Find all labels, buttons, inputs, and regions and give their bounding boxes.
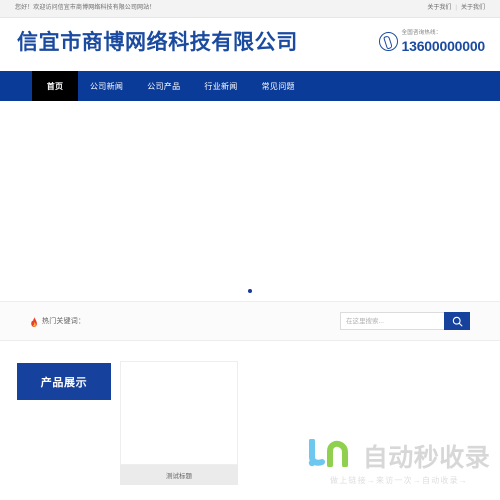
search-group	[340, 312, 470, 330]
product-caption: 测试标题	[120, 465, 238, 485]
nav-item-industry-news[interactable]: 行业新闻	[192, 71, 249, 101]
product-thumbnail	[120, 361, 238, 465]
top-links: 关于我们 | 关于我们	[427, 0, 485, 17]
page-root: 您好！欢迎访问信宜市商博网络科技有限公司网站！ 关于我们 | 关于我们 信宜市商…	[0, 0, 500, 500]
hotline-block: 全国咨询热线： 13600000000	[378, 30, 486, 54]
product-showcase-section: 产品展示 测试标题	[0, 341, 500, 500]
top-link-about-2[interactable]: 关于我们	[461, 0, 485, 17]
product-showcase-tab[interactable]: 产品展示	[17, 363, 111, 400]
top-utility-bar-inner: 您好！欢迎访问信宜市商博网络科技有限公司网站！ 关于我们 | 关于我们	[15, 0, 485, 17]
carousel-dot-1[interactable]	[248, 289, 252, 293]
top-link-separator: |	[455, 5, 457, 11]
nav-item-company-news[interactable]: 公司新闻	[78, 71, 135, 101]
hotline-label: 全国咨询热线：	[401, 30, 442, 36]
site-header: 信宜市商博网络科技有限公司 全国咨询热线： 13600000000	[0, 19, 500, 71]
site-header-inner: 信宜市商博网络科技有限公司 全国咨询热线： 13600000000	[15, 19, 485, 71]
main-navigation: 首页 公司新闻 公司产品 行业新闻 常见问题	[0, 71, 500, 101]
hot-keyword-group: 热门关键词：	[30, 315, 89, 327]
product-showcase-inner: 产品展示 测试标题	[15, 341, 485, 500]
nav-item-home[interactable]: 首页	[32, 71, 78, 101]
hero-banner-carousel[interactable]	[0, 101, 500, 301]
hotline-number: 13600000000	[401, 37, 486, 54]
phone-icon	[378, 32, 398, 52]
search-input[interactable]	[340, 312, 444, 330]
search-button[interactable]	[444, 312, 470, 330]
carousel-dots	[0, 289, 500, 293]
top-link-about-1[interactable]: 关于我们	[427, 0, 451, 17]
product-card[interactable]: 测试标题	[120, 361, 238, 485]
hotline-text: 全国咨询热线： 13600000000	[401, 30, 486, 54]
site-title: 信宜市商博网络科技有限公司	[17, 31, 298, 54]
hot-keyword-label: 热门关键词：	[42, 318, 86, 325]
hot-keyword-search-inner: 热门关键词：	[15, 302, 485, 340]
welcome-message: 您好！欢迎访问信宜市商博网络科技有限公司网站！	[15, 5, 156, 11]
hot-keyword-search-band: 热门关键词：	[0, 301, 500, 341]
main-navigation-inner: 首页 公司新闻 公司产品 行业新闻 常见问题	[15, 71, 485, 101]
nav-item-company-products[interactable]: 公司产品	[135, 71, 192, 101]
top-utility-bar: 您好！欢迎访问信宜市商博网络科技有限公司网站！ 关于我们 | 关于我们	[0, 0, 500, 18]
search-icon	[452, 316, 463, 327]
flame-icon	[30, 315, 38, 327]
nav-item-faq[interactable]: 常见问题	[250, 71, 307, 101]
